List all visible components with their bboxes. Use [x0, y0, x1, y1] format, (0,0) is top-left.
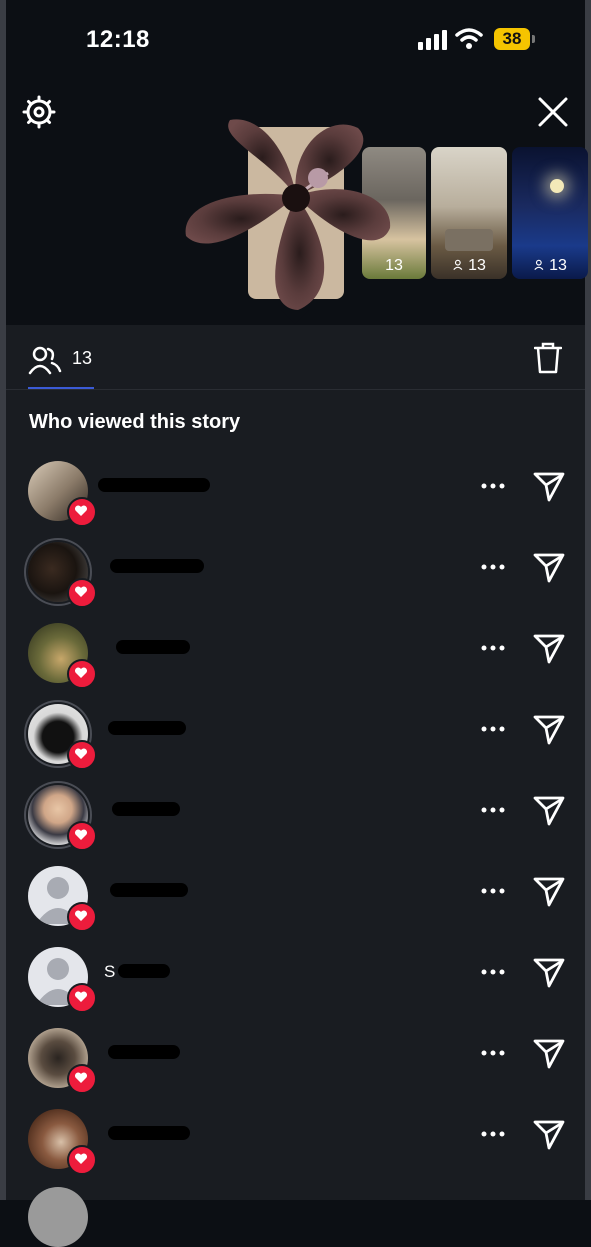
- send-icon[interactable]: [531, 549, 567, 585]
- username[interactable]: S: [104, 962, 170, 982]
- more-options-icon[interactable]: [478, 1122, 508, 1146]
- send-icon[interactable]: [531, 954, 567, 990]
- viewer-row[interactable]: [6, 458, 585, 539]
- viewers-icon: [453, 259, 463, 271]
- sofa-shape: [445, 229, 493, 251]
- viewer-row[interactable]: S: [6, 944, 585, 1025]
- redaction-mark: [116, 640, 190, 654]
- viewer-row[interactable]: [6, 782, 585, 863]
- send-icon[interactable]: [531, 630, 567, 666]
- status-bar: 12:18 38: [0, 0, 591, 80]
- partial-avatar: [28, 1187, 88, 1247]
- redaction-mark: [108, 1126, 190, 1140]
- viewer-row[interactable]: [6, 1025, 585, 1106]
- more-options-icon[interactable]: [478, 636, 508, 660]
- viewer-row[interactable]: [6, 863, 585, 944]
- status-time: 12:18: [86, 26, 150, 53]
- story-viewer-count: 13: [512, 257, 588, 275]
- like-heart-icon: [67, 821, 97, 851]
- story-thumbnail[interactable]: 13: [512, 147, 588, 279]
- flower-sticker: [185, 119, 391, 310]
- viewers-panel: 13 Who viewed this story S: [6, 325, 585, 1247]
- cellular-signal-icon: [418, 30, 448, 50]
- send-icon[interactable]: [531, 468, 567, 504]
- more-options-icon[interactable]: [478, 879, 508, 903]
- redaction-mark: [110, 883, 188, 897]
- send-icon[interactable]: [531, 1116, 567, 1152]
- viewer-row[interactable]: [6, 701, 585, 782]
- send-icon[interactable]: [531, 792, 567, 828]
- redaction-mark: [98, 478, 210, 492]
- more-options-icon[interactable]: [478, 798, 508, 822]
- more-options-icon[interactable]: [478, 1041, 508, 1065]
- send-icon[interactable]: [531, 1035, 567, 1071]
- settings-gear-icon[interactable]: [22, 95, 56, 129]
- viewer-row[interactable]: [6, 620, 585, 701]
- thumbnail-pointer: [281, 310, 309, 324]
- close-icon[interactable]: [536, 95, 570, 129]
- trash-icon[interactable]: [533, 342, 563, 374]
- story-thumbnail[interactable]: 13: [431, 147, 507, 279]
- redaction-mark: [110, 559, 204, 573]
- viewers-icon: [534, 259, 544, 271]
- more-options-icon[interactable]: [478, 474, 508, 498]
- moon-shape: [550, 179, 564, 193]
- viewers-icon: [28, 346, 62, 375]
- viewer-row[interactable]: [6, 1106, 585, 1187]
- redaction-mark: [118, 964, 170, 978]
- more-options-icon[interactable]: [478, 960, 508, 984]
- battery-cap: [532, 35, 535, 43]
- redaction-mark: [108, 1045, 180, 1059]
- section-title: Who viewed this story: [29, 411, 241, 433]
- send-icon[interactable]: [531, 711, 567, 747]
- like-heart-icon: [67, 1064, 97, 1094]
- like-heart-icon: [67, 578, 97, 608]
- viewer-row[interactable]: [6, 539, 585, 620]
- redaction-mark: [108, 721, 186, 735]
- tab-viewers[interactable]: 13: [28, 343, 98, 387]
- battery-indicator: 38: [494, 28, 530, 50]
- more-options-icon[interactable]: [478, 555, 508, 579]
- redaction-mark: [112, 802, 180, 816]
- like-heart-icon: [67, 497, 97, 527]
- more-options-icon[interactable]: [478, 717, 508, 741]
- wifi-icon: [455, 28, 483, 49]
- like-heart-icon: [67, 1145, 97, 1175]
- like-heart-icon: [67, 902, 97, 932]
- like-heart-icon: [67, 740, 97, 770]
- like-heart-icon: [67, 659, 97, 689]
- like-heart-icon: [67, 983, 97, 1013]
- viewer-count: 13: [72, 348, 93, 368]
- story-viewer-count: 13: [431, 257, 507, 275]
- story-strip: 13 13 13: [6, 80, 588, 325]
- send-icon[interactable]: [531, 873, 567, 909]
- tab-divider: [6, 389, 585, 390]
